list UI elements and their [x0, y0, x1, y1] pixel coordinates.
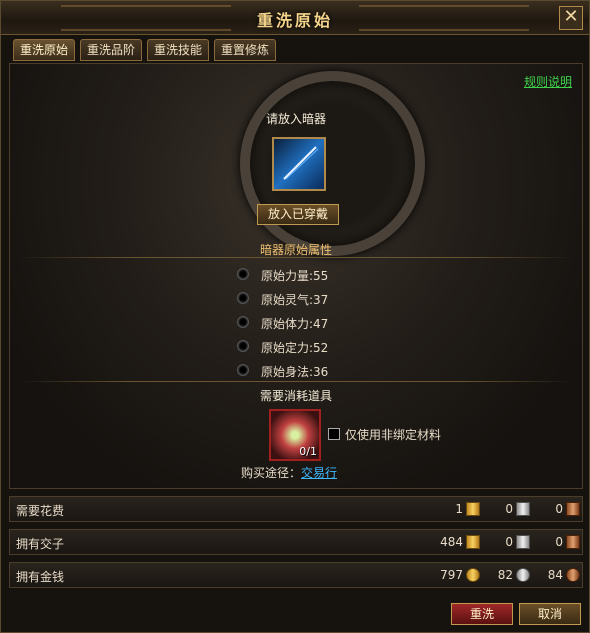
- needle-icon: [283, 146, 319, 180]
- divider: [20, 257, 572, 258]
- cost-row-label: 拥有金钱: [16, 570, 65, 584]
- tab-reroll-skill[interactable]: 重洗技能: [147, 39, 210, 61]
- close-button[interactable]: ✕: [559, 6, 583, 30]
- copper-coin-icon: [566, 568, 580, 582]
- cost-row-label: 需要花费: [16, 504, 65, 518]
- unbound-only-label: 仅使用非绑定材料: [345, 428, 442, 442]
- cost-row-money: 拥有金钱 797 82 84: [9, 562, 583, 588]
- title-bar: 重洗原始 ✕: [1, 1, 589, 35]
- reroll-button[interactable]: 重洗: [451, 603, 513, 625]
- unbound-only-checkbox[interactable]: [328, 428, 340, 440]
- attribute-radio[interactable]: [237, 340, 249, 352]
- cancel-button[interactable]: 取消: [519, 603, 581, 625]
- item-slot[interactable]: [272, 137, 326, 191]
- tab-reroll-original[interactable]: 重洗原始: [13, 39, 76, 61]
- put-equipped-button[interactable]: 放入已穿戴: [257, 204, 339, 225]
- material-count: 0/1: [299, 445, 317, 458]
- slot-prompt: 请放入暗器: [265, 112, 326, 126]
- cost-row-label: 拥有交子: [16, 537, 65, 551]
- copper-value: 84: [547, 568, 563, 582]
- attribute-label: 原始身法:36: [261, 365, 329, 379]
- reroll-window: 重洗原始 ✕ 重洗原始 重洗品阶 重洗技能 重置修炼 规则说明 请放入暗器 放入…: [0, 0, 590, 633]
- divider: [20, 381, 572, 382]
- buy-route: 购买途径：交易行: [241, 464, 337, 481]
- attribute-radio[interactable]: [237, 268, 249, 280]
- attribute-label: 原始灵气:37: [261, 293, 329, 307]
- slot-ring-decoration: [240, 71, 425, 256]
- consume-heading: 需要消耗道具: [259, 389, 332, 403]
- attribute-radio[interactable]: [237, 316, 249, 328]
- copper-value: 0: [555, 535, 563, 549]
- attribute-label: 原始力量:55: [261, 269, 329, 283]
- material-slot[interactable]: 0/1: [269, 409, 321, 461]
- attribute-radio[interactable]: [237, 364, 249, 376]
- cost-row-required: 需要花费 1 0 0: [9, 496, 583, 522]
- copper-value: 0: [555, 502, 563, 516]
- tab-reset-cultivation[interactable]: 重置修炼: [214, 39, 277, 61]
- attribute-label: 原始定力:52: [261, 341, 329, 355]
- attributes-heading: 暗器原始属性: [259, 243, 332, 257]
- tab-reroll-grade[interactable]: 重洗品阶: [80, 39, 143, 61]
- window-title: 重洗原始: [256, 11, 333, 30]
- copper-ingot-icon: [566, 535, 580, 549]
- main-panel: 规则说明 请放入暗器 放入已穿戴 暗器原始属性 原始力量:55 原始灵气:37 …: [9, 63, 583, 489]
- attribute-label: 原始体力:47: [261, 317, 329, 331]
- market-link[interactable]: 交易行: [301, 466, 337, 480]
- copper-ingot-icon: [566, 502, 580, 516]
- tab-bar: 重洗原始 重洗品阶 重洗技能 重置修炼: [13, 39, 281, 61]
- buy-route-label: 购买途径：: [241, 466, 302, 480]
- attribute-radio[interactable]: [237, 292, 249, 304]
- rules-link[interactable]: 规则说明: [524, 73, 572, 90]
- cost-row-jiaozi: 拥有交子 484 0 0: [9, 529, 583, 555]
